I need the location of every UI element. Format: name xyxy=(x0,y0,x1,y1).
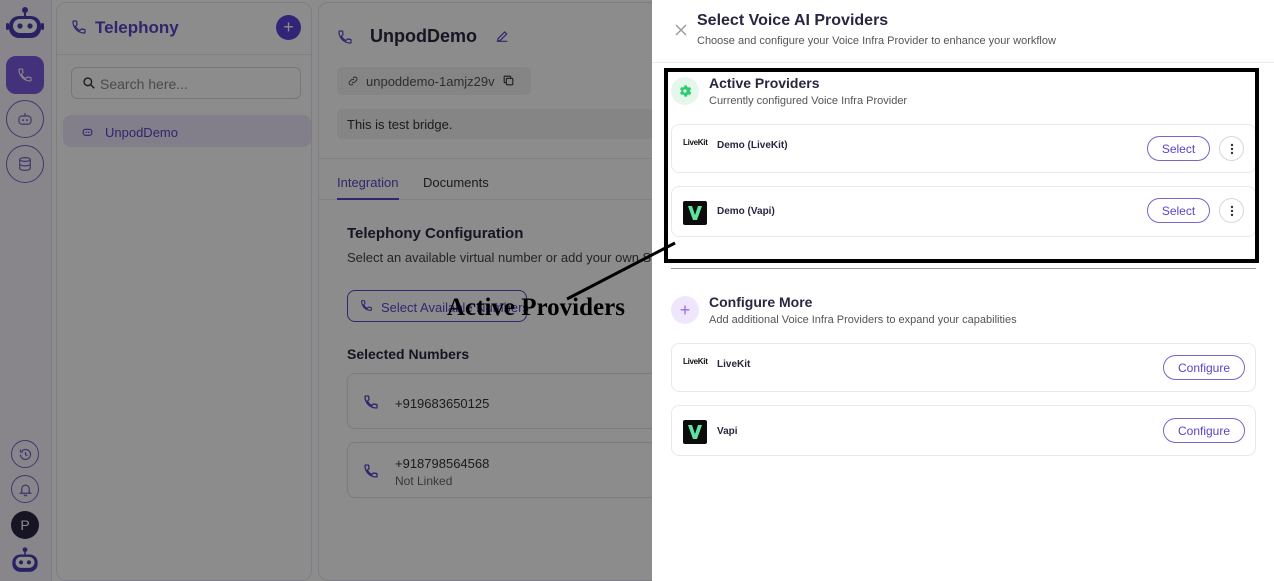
provider-card-livekit: LiveKit LiveKit Configure xyxy=(671,343,1256,392)
configure-more-badge: + xyxy=(671,296,699,324)
app-root: P Telephony + UnpodDemo UnpodDemo xyxy=(0,0,1274,581)
provider-card-vapi: Vapi Configure xyxy=(671,405,1256,456)
annotation-highlight-box xyxy=(664,68,1259,263)
provider-name: LiveKit xyxy=(717,359,751,370)
annotation-label: Active Providers xyxy=(447,294,625,321)
livekit-logo: LiveKit xyxy=(683,357,708,366)
group-divider xyxy=(671,268,1256,269)
provider-name: Vapi xyxy=(717,426,738,437)
vapi-v-icon xyxy=(688,425,702,439)
drawer-subtitle: Choose and configure your Voice Infra Pr… xyxy=(697,35,1056,47)
configure-more-subtitle: Add additional Voice Infra Providers to … xyxy=(709,314,1017,326)
drawer-title: Select Voice AI Providers xyxy=(697,12,889,29)
configure-button[interactable]: Configure xyxy=(1163,418,1245,443)
vapi-logo xyxy=(683,420,707,444)
configure-more-title: Configure More xyxy=(709,294,813,310)
plus-icon: + xyxy=(679,300,691,320)
close-icon[interactable] xyxy=(674,23,688,37)
modal-overlay[interactable] xyxy=(0,0,652,581)
divider xyxy=(652,62,1274,63)
configure-button[interactable]: Configure xyxy=(1163,355,1245,380)
